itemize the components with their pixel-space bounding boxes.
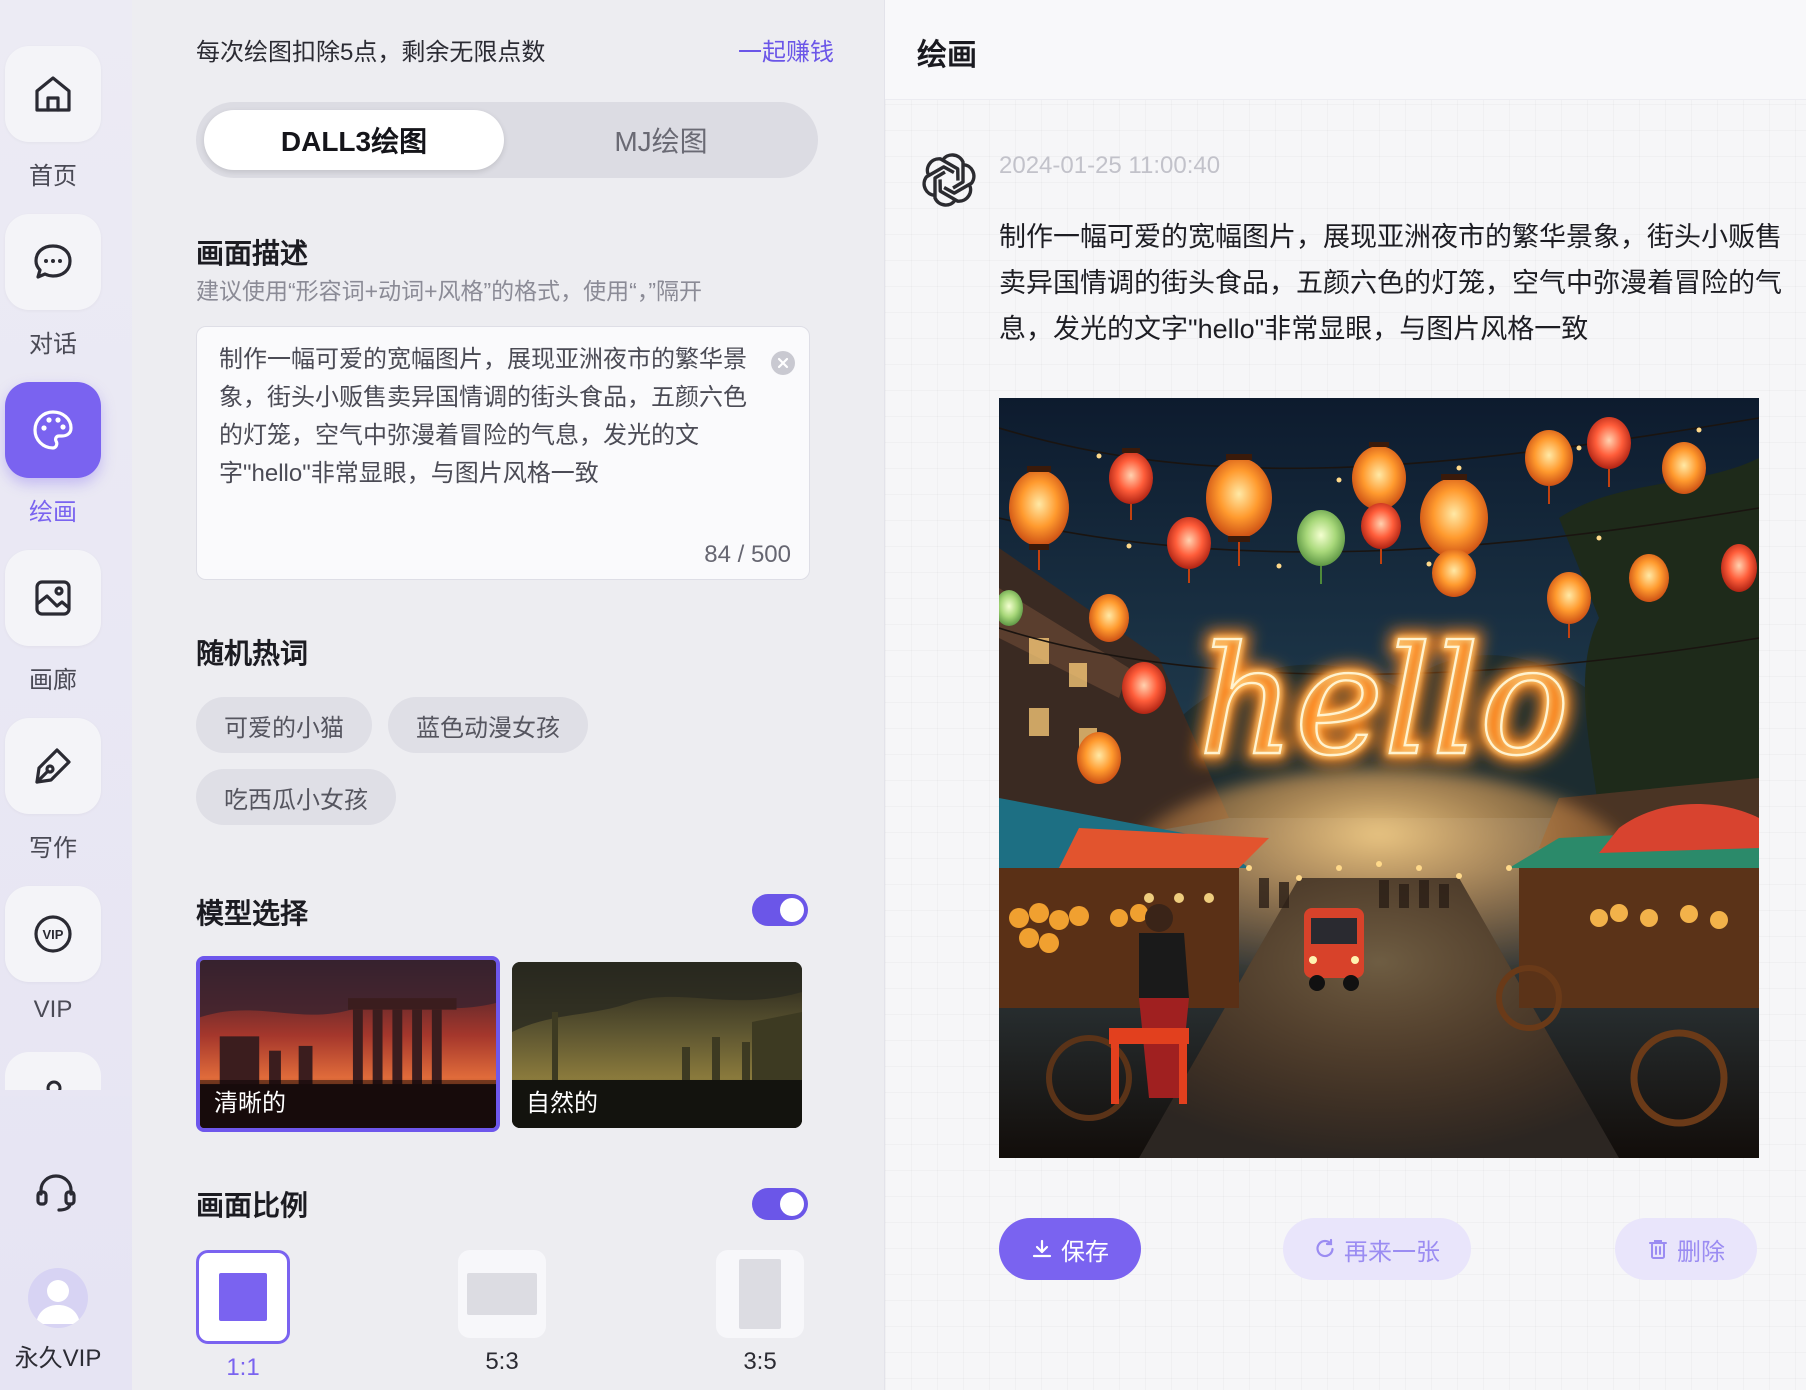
earn-link[interactable]: 一起赚钱 <box>738 32 834 67</box>
toggle-knob <box>780 898 804 922</box>
ratio-preview-box <box>458 1250 546 1338</box>
neon-hello-text: hello <box>1198 615 1570 789</box>
page-title: 绘画 <box>917 39 977 72</box>
sidebar-item-gallery-box[interactable] <box>5 550 101 646</box>
tab-dall3[interactable]: DALL3绘图 <box>204 110 504 170</box>
hot-word-chip[interactable]: 蓝色动漫女孩 <box>388 697 588 753</box>
ratio-option-5-3[interactable]: 5:3 <box>458 1250 546 1376</box>
ratio-option-1-1[interactable]: 1:1 <box>196 1250 290 1382</box>
ratio-preview-box <box>716 1250 804 1338</box>
tab-mj[interactable]: MJ绘图 <box>516 110 806 170</box>
user-avatar-icon <box>36 1280 80 1324</box>
points-info: 每次绘图扣除5点，剩余无限点数 <box>196 39 546 66</box>
sidebar-item-vip[interactable]: VIP VIP <box>5 886 101 1024</box>
sidebar-item-write-box[interactable] <box>5 718 101 814</box>
model-option-natural[interactable]: 自然的 <box>512 962 802 1128</box>
support-headset-icon[interactable] <box>32 1168 80 1216</box>
sidebar-item-more[interactable] <box>5 1052 101 1090</box>
model-title: 模型选择 <box>196 898 309 929</box>
user-level-label: 永久VIP <box>14 1345 102 1372</box>
ratio-preview-box <box>196 1250 290 1344</box>
sidebar-item-label: 绘画 <box>29 499 77 526</box>
sidebar-item-vip-box[interactable]: VIP <box>5 886 101 982</box>
ratio-portrait-shape <box>739 1259 781 1329</box>
delete-button[interactable]: 删除 <box>1615 1218 1757 1280</box>
prompt-textarea[interactable]: 制作一幅可爱的宽幅图片，展现亚洲夜市的繁华景象，街头小贩售卖异国情调的街头食品，… <box>196 326 810 580</box>
draw-settings-panel: 每次绘图扣除5点，剩余无限点数 一起赚钱 DALL3绘图 MJ绘图 画面描述 建… <box>132 0 884 1390</box>
message-prompt: 制作一幅可爱的宽幅图片，展现亚洲夜市的繁华景象，街头小贩售卖异国情调的街头食品，… <box>999 222 1782 344</box>
sidebar-item-label: 画廊 <box>29 667 77 694</box>
vip-icon: VIP <box>34 915 72 953</box>
mode-tabs: DALL3绘图 MJ绘图 <box>196 102 818 178</box>
save-button-label: 保存 <box>1061 1238 1109 1266</box>
ratio-label: 3:5 <box>743 1348 777 1375</box>
gallery-icon <box>35 580 71 616</box>
ratio-label: 1:1 <box>226 1354 260 1381</box>
message-timestamp: 2024-01-25 11:00:40 <box>999 152 1221 179</box>
refresh-icon <box>1316 1238 1334 1258</box>
description-hint: 建议使用“形容词+动词+风格”的格式，使用“，”隔开 <box>196 278 702 304</box>
sidebar-item-chat[interactable]: 对话 <box>5 214 101 359</box>
char-counter: 84 / 500 <box>704 541 791 568</box>
sidebar-item-label: 首页 <box>29 163 77 190</box>
download-icon <box>1032 1239 1052 1258</box>
model-option-label: 自然的 <box>512 1080 802 1128</box>
model-option-label: 清晰的 <box>200 1080 496 1128</box>
chat-icon <box>34 244 72 279</box>
sidebar-item-draw-box[interactable] <box>5 382 101 478</box>
sidebar: 首页 对话 绘画 画廊 写作 VIP VIP 永久VIP <box>0 0 132 1390</box>
hot-words-title: 随机热词 <box>196 638 309 669</box>
ratio-label: 5:3 <box>485 1348 519 1375</box>
regenerate-button[interactable]: 再来一张 <box>1283 1218 1471 1280</box>
clear-icon[interactable] <box>771 351 795 375</box>
regenerate-button-label: 再来一张 <box>1344 1238 1440 1266</box>
hot-word-chip[interactable]: 吃西瓜小女孩 <box>196 769 396 825</box>
night-market-illustration: hello hello hello <box>999 398 1759 1158</box>
ratio-toggle[interactable] <box>752 1188 808 1220</box>
sidebar-item-label: 对话 <box>29 331 77 358</box>
sidebar-item-chat-box[interactable] <box>5 214 101 310</box>
svg-text:VIP: VIP <box>43 927 64 942</box>
generated-image[interactable]: hello hello hello <box>999 398 1759 1158</box>
result-header: 绘画 <box>885 0 1806 100</box>
sidebar-item-write[interactable]: 写作 <box>5 718 101 863</box>
ratio-landscape-shape <box>467 1273 537 1315</box>
sidebar-divider <box>0 1090 132 1096</box>
description-title: 画面描述 <box>196 238 309 269</box>
prompt-text[interactable]: 制作一幅可爱的宽幅图片，展现亚洲夜市的繁华景象，街头小贩售卖异国情调的街头食品，… <box>219 341 759 493</box>
sidebar-item-home-box[interactable] <box>5 46 101 142</box>
partial-icon <box>46 1080 62 1090</box>
toggle-knob <box>780 1192 804 1216</box>
ratio-title: 画面比例 <box>196 1190 309 1221</box>
save-button[interactable]: 保存 <box>999 1218 1141 1280</box>
delete-button-label: 删除 <box>1677 1238 1725 1266</box>
home-icon <box>35 76 71 112</box>
avatar[interactable] <box>28 1268 88 1328</box>
ratio-option-3-5[interactable]: 3:5 <box>716 1250 804 1376</box>
sidebar-item-label: VIP <box>33 996 73 1023</box>
pen-icon <box>35 748 71 784</box>
palette-icon <box>33 410 73 450</box>
result-panel: 绘画 2024-01-25 11:00:40 制作一幅可爱的宽幅图片，展现亚洲夜… <box>884 0 1806 1390</box>
sidebar-item-label: 写作 <box>29 835 77 862</box>
sidebar-item-gallery[interactable]: 画廊 <box>5 550 101 695</box>
hot-word-chip[interactable]: 可爱的小猫 <box>196 697 372 753</box>
ratio-square-shape <box>219 1273 267 1321</box>
model-toggle[interactable] <box>752 894 808 926</box>
trash-icon <box>1649 1240 1667 1259</box>
model-option-clear[interactable]: 清晰的 <box>196 956 500 1132</box>
sidebar-item-home[interactable]: 首页 <box>5 46 101 191</box>
sidebar-item-draw[interactable]: 绘画 <box>5 382 101 527</box>
openai-logo-icon <box>918 153 980 207</box>
